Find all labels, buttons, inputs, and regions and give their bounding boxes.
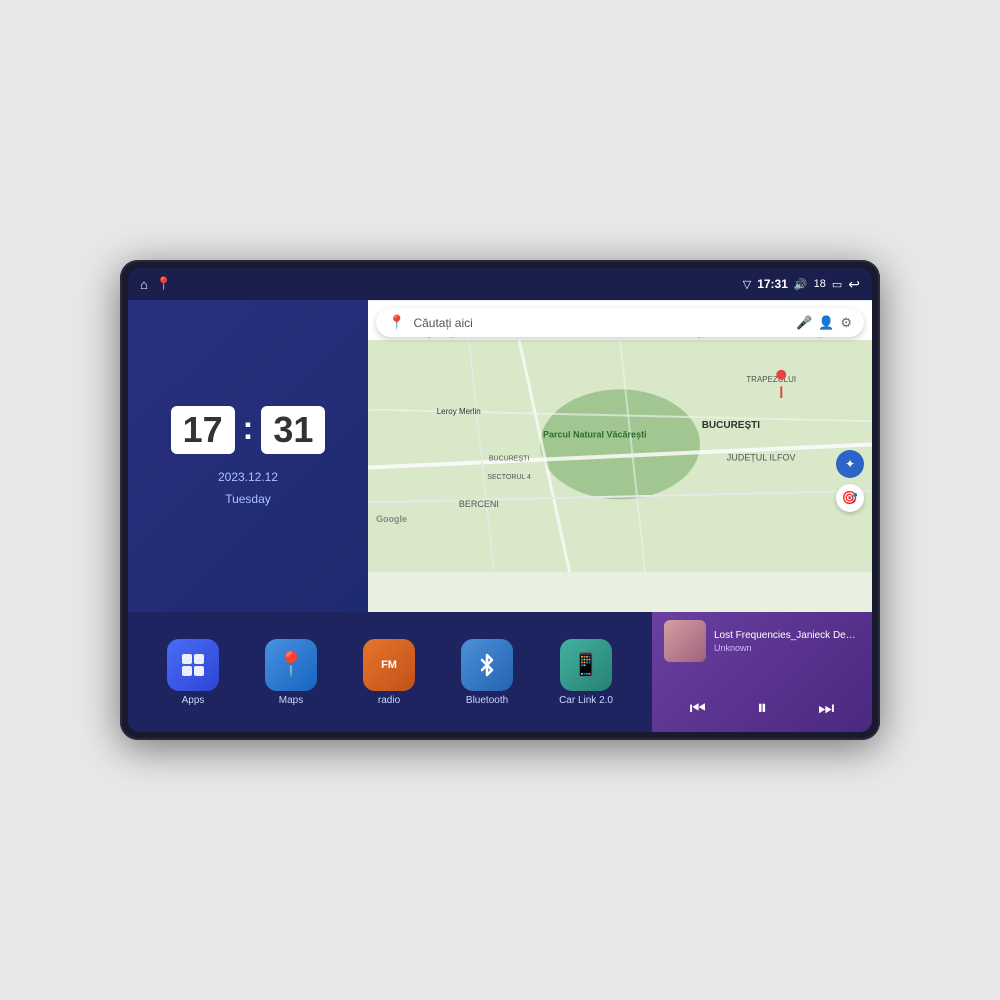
map-svg: Parcul Natural Văcărești BUCUREȘTI JUDEȚ… (368, 340, 872, 572)
fm-label: FM (381, 659, 397, 671)
svg-text:SECTORUL 4: SECTORUL 4 (487, 474, 531, 481)
home-icon[interactable]: ⌂ (140, 277, 148, 292)
maps-icon: 📍 (265, 639, 317, 691)
map-pin-icon: 📍 (388, 314, 405, 331)
apps-bar: Apps 📍 Maps FM radio (128, 612, 652, 732)
music-controls: ⏮ ⏸ ⏭ (664, 693, 860, 724)
clock-minute: 31 (261, 406, 325, 454)
clock-date: 2023.12.12 (218, 470, 278, 484)
svg-text:Parcul Natural Văcărești: Parcul Natural Văcărești (543, 429, 647, 439)
music-info: Lost Frequencies_Janieck Devy-... Unknow… (664, 620, 860, 662)
status-right: ▽ 17:31 🔊 18 ▭ ↩ (743, 276, 860, 293)
carlink-icon-glyph: 📱 (572, 652, 599, 678)
main-content: 17 : 31 2023.12.12 Tuesday 📍 Căutați aic… (128, 300, 872, 732)
maps-label: Maps (279, 695, 303, 706)
maps-icon-glyph: 📍 (276, 650, 306, 679)
radio-icon: FM (363, 639, 415, 691)
apps-label: Apps (182, 695, 205, 706)
app-item-maps[interactable]: 📍 Maps (265, 639, 317, 706)
bluetooth-label: Bluetooth (466, 695, 508, 706)
map-search-text[interactable]: Căutați aici (413, 316, 788, 330)
svg-text:BUCUREȘTI: BUCUREȘTI (702, 420, 761, 431)
signal-icon: ▽ (743, 278, 751, 291)
status-time: 17:31 (757, 277, 788, 291)
status-left: ⌂ 📍 (140, 276, 172, 292)
clock-display: 17 : 31 (171, 406, 326, 454)
svg-text:Leroy Merlin: Leroy Merlin (437, 407, 481, 416)
music-thumb-inner (664, 620, 706, 662)
map-widget[interactable]: 📍 Căutați aici 🎤 👤 ⚙ (368, 300, 872, 612)
music-thumbnail (664, 620, 706, 662)
battery-icon: ▭ (832, 278, 842, 291)
carlink-icon: 📱 (560, 639, 612, 691)
app-item-radio[interactable]: FM radio (363, 639, 415, 706)
svg-text:BUCUREȘTI: BUCUREȘTI (489, 456, 530, 463)
carlink-label: Car Link 2.0 (559, 695, 613, 706)
radio-label: radio (378, 695, 400, 706)
app-item-carlink[interactable]: 📱 Car Link 2.0 (559, 639, 613, 706)
map-compass-button[interactable]: ✦ (836, 450, 864, 478)
map-search-bar[interactable]: 📍 Căutați aici 🎤 👤 ⚙ (376, 308, 864, 337)
top-row: 17 : 31 2023.12.12 Tuesday 📍 Căutați aic… (128, 300, 872, 612)
maps-status-icon[interactable]: 📍 (156, 276, 172, 292)
clock-day: Tuesday (225, 492, 271, 506)
apps-grid-icon (180, 652, 206, 678)
svg-text:JUDEȚUL ILFOV: JUDEȚUL ILFOV (727, 453, 796, 463)
app-item-bluetooth[interactable]: Bluetooth (461, 639, 513, 706)
volume-icon: 🔊 (794, 278, 808, 291)
music-player: Lost Frequencies_Janieck Devy-... Unknow… (652, 612, 872, 732)
clock-colon: : (243, 410, 254, 447)
google-label: Google (376, 514, 407, 524)
status-bar: ⌂ 📍 ▽ 17:31 🔊 18 ▭ ↩ (128, 268, 872, 300)
clock-hour: 17 (171, 406, 235, 454)
account-icon[interactable]: 👤 (818, 315, 834, 331)
back-icon[interactable]: ↩ (848, 276, 860, 293)
svg-text:BERCENI: BERCENI (459, 499, 499, 509)
more-icon[interactable]: ⚙ (840, 315, 852, 331)
car-head-unit: ⌂ 📍 ▽ 17:31 🔊 18 ▭ ↩ 17 : 31 (120, 260, 880, 740)
mic-icon[interactable]: 🎤 (796, 315, 812, 331)
music-title: Lost Frequencies_Janieck Devy-... (714, 630, 860, 641)
device-screen: ⌂ 📍 ▽ 17:31 🔊 18 ▭ ↩ 17 : 31 (128, 268, 872, 732)
clock-widget: 17 : 31 2023.12.12 Tuesday (128, 300, 368, 612)
apps-icon (167, 639, 219, 691)
map-location-button[interactable]: 🎯 (836, 484, 864, 512)
bluetooth-icon (475, 653, 499, 677)
music-prev-button[interactable]: ⏮ (682, 694, 714, 723)
battery-level: 18 (814, 278, 826, 290)
map-search-icons: 🎤 👤 ⚙ (796, 315, 852, 331)
svg-text:TRAPEZULUI: TRAPEZULUI (746, 375, 796, 384)
music-play-button[interactable]: ⏸ (749, 693, 775, 724)
music-text: Lost Frequencies_Janieck Devy-... Unknow… (714, 630, 860, 653)
app-item-apps[interactable]: Apps (167, 639, 219, 706)
music-next-button[interactable]: ⏭ (810, 694, 842, 723)
bluetooth-icon-wrapper (461, 639, 513, 691)
bottom-row: Apps 📍 Maps FM radio (128, 612, 872, 732)
map-content-area: Parcul Natural Văcărești BUCUREȘTI JUDEȚ… (368, 340, 872, 572)
music-artist: Unknown (714, 643, 860, 653)
